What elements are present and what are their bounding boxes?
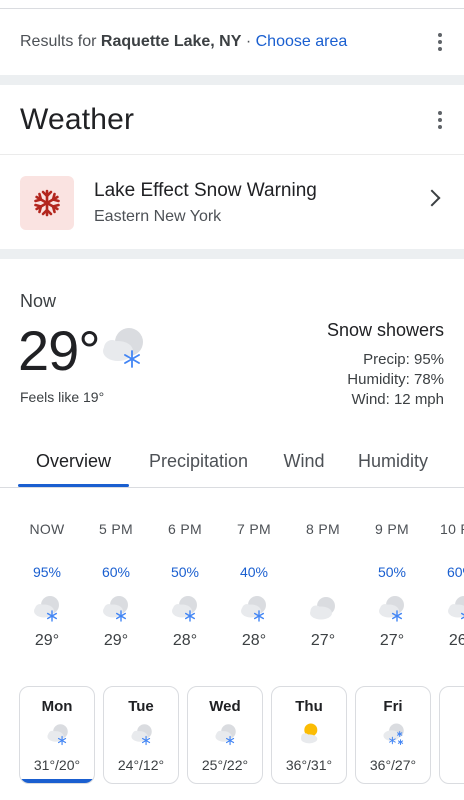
- snow-cloud-icon: [238, 592, 270, 629]
- hour-temperature: 27°: [310, 632, 336, 649]
- day-name: Tue: [128, 698, 154, 715]
- current-condition: Snow showers: [326, 320, 444, 340]
- precip-value: Precip: 95%: [363, 351, 444, 368]
- snow-cloud-icon: [376, 592, 408, 629]
- weather-header: Weather: [0, 85, 464, 155]
- day-temperatures: 25°/22°: [201, 757, 249, 773]
- cloud-icon: [307, 592, 339, 629]
- hour-time: NOW: [29, 521, 65, 537]
- snow-cloud-icon: [100, 592, 132, 629]
- tab-precipitation[interactable]: Precipitation: [137, 436, 260, 487]
- hour-time: 8 PM: [306, 521, 340, 537]
- hour-temperature: 28°: [172, 632, 198, 649]
- hour-time: 5 PM: [99, 521, 133, 537]
- snow-cloud-icon: [445, 592, 464, 629]
- hour-precip: 50%: [170, 564, 200, 580]
- hour-precip: 50%: [377, 564, 407, 580]
- results-prefix: Results for: [20, 33, 101, 50]
- hour-temperature: 26°: [448, 632, 464, 649]
- snowflake-icon: [20, 175, 74, 230]
- results-separator: ·: [241, 33, 256, 50]
- day-card[interactable]: Fri 36°/27°: [355, 686, 431, 784]
- day-name: Thu: [295, 698, 323, 715]
- hour-time: 6 PM: [168, 521, 202, 537]
- hour-precip: 60%: [446, 564, 464, 580]
- chevron-right-icon: [423, 189, 441, 207]
- partly-sunny-icon: [297, 721, 323, 752]
- day-card[interactable]: Tue 24°/12°: [103, 686, 179, 784]
- weather-title: Weather: [20, 102, 135, 136]
- hour-temperature: 29°: [34, 632, 60, 649]
- tab-overview[interactable]: Overview: [18, 436, 129, 487]
- hour-temperature: 28°: [241, 632, 267, 649]
- hour-time: 10 PM: [440, 521, 464, 537]
- snow-cloud-icon: [45, 721, 71, 752]
- section-divider: [0, 75, 464, 85]
- results-more-icon[interactable]: [438, 33, 442, 51]
- day-name: Wed: [209, 698, 241, 715]
- wind-value: Wind: 12 mph: [351, 391, 444, 408]
- hour-precip: 60%: [101, 564, 131, 580]
- snow-cloud-icon: [169, 592, 201, 629]
- current-stats: Precip: 95% Humidity: 78% Wind: 12 mph: [347, 350, 444, 410]
- alert-title: Lake Effect Snow Warning: [94, 179, 317, 201]
- hour-precip: 95%: [32, 564, 62, 580]
- day-name: Fri: [383, 698, 403, 715]
- current-temperature: 29°: [18, 319, 101, 382]
- snow-cloud-icon: [129, 721, 155, 752]
- tab-wind[interactable]: Wind: [272, 436, 336, 487]
- day-temperatures: 24°/12°: [117, 757, 165, 773]
- section-divider: [0, 249, 464, 259]
- day-temperatures: 33°: [440, 757, 464, 773]
- day-temperatures: 36°/31°: [285, 757, 333, 773]
- hour-precip: 40%: [239, 564, 269, 580]
- day-card[interactable]: 33°: [439, 686, 464, 784]
- results-location: Raquette Lake, NY: [100, 33, 242, 50]
- day-card[interactable]: Mon 31°/20°: [19, 686, 95, 784]
- snow-cloud-icon: [213, 721, 239, 752]
- snow-cloud-icon: [98, 322, 148, 377]
- weather-tabs: Overview Precipitation Wind Humidity: [0, 436, 464, 488]
- tab-humidity[interactable]: Humidity: [346, 436, 440, 487]
- heavy-snow-icon: [381, 721, 407, 752]
- selected-day-indicator: [20, 779, 94, 783]
- snow-cloud-icon: [31, 592, 63, 629]
- daily-forecast: Mon 31°/20° Tue 24°/12° Wed 25°/22° Thu 36°/31°…: [0, 686, 464, 786]
- now-label: Now: [20, 291, 57, 311]
- day-temperatures: 36°/27°: [369, 757, 417, 773]
- day-card[interactable]: Thu 36°/31°: [271, 686, 347, 784]
- day-card[interactable]: Wed 25°/22°: [187, 686, 263, 784]
- humidity-value: Humidity: 78%: [347, 371, 444, 388]
- weather-more-icon[interactable]: [438, 110, 442, 129]
- feels-like: Feels like 19°: [20, 389, 105, 405]
- results-bar: Results for Raquette Lake, NY · Choose a…: [0, 9, 464, 75]
- hourly-forecast[interactable]: NOW 95% 29° 5 PM 60% 29° 6 PM 50% 28° 7 PM 40% 28° 8…: [0, 489, 464, 669]
- results-text: Results for Raquette Lake, NY · Choose a…: [20, 33, 347, 51]
- weather-alert[interactable]: Lake Effect Snow Warning Eastern New Yor…: [0, 156, 464, 249]
- alert-region: Eastern New York: [94, 207, 222, 225]
- active-tab-indicator: [18, 484, 129, 487]
- hour-time: 9 PM: [375, 521, 409, 537]
- choose-area-link[interactable]: Choose area: [256, 33, 348, 50]
- hour-time: 7 PM: [237, 521, 271, 537]
- hour-temperature: 27°: [379, 632, 405, 649]
- day-temperatures: 31°/20°: [33, 757, 81, 773]
- hour-temperature: 29°: [103, 632, 129, 649]
- day-name: Mon: [41, 698, 73, 715]
